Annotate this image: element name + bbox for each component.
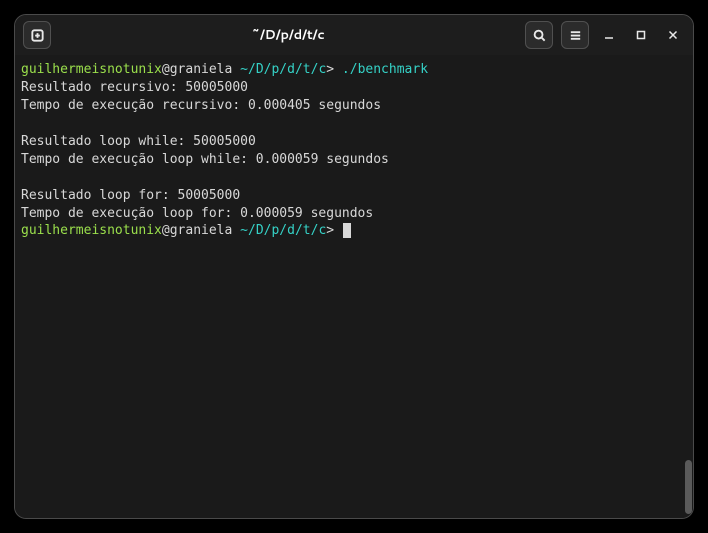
cursor xyxy=(343,223,351,238)
new-tab-button[interactable] xyxy=(23,21,51,49)
prompt-line-2: guilhermeisnotunix@graniela ~/D/p/d/t/c> xyxy=(21,222,677,240)
prompt-line-1: guilhermeisnotunix@graniela ~/D/p/d/t/c>… xyxy=(21,61,677,79)
output-line: Tempo de execução recursivo: 0.000405 se… xyxy=(21,97,677,115)
plus-icon xyxy=(30,28,45,43)
close-icon xyxy=(668,30,678,40)
maximize-icon xyxy=(636,30,646,40)
output-blank xyxy=(21,115,677,133)
prompt-sep: > xyxy=(326,223,342,238)
maximize-button[interactable] xyxy=(629,23,653,47)
prompt-path: ~/D/p/d/t/c xyxy=(240,223,326,238)
minimize-button[interactable] xyxy=(597,23,621,47)
terminal-body: guilhermeisnotunix@graniela ~/D/p/d/t/c>… xyxy=(15,55,693,518)
output-line: Tempo de execução loop for: 0.000059 seg… xyxy=(21,205,677,223)
scrollbar-thumb[interactable] xyxy=(685,460,692,514)
prompt-host: @graniela xyxy=(162,223,240,238)
titlebar: ~/D/p/d/t/c xyxy=(15,15,693,55)
prompt-command: ./benchmark xyxy=(342,62,428,77)
hamburger-icon xyxy=(568,28,583,43)
close-button[interactable] xyxy=(661,23,685,47)
output-line: Resultado loop while: 50005000 xyxy=(21,133,677,151)
output-line: Tempo de execução loop while: 0.000059 s… xyxy=(21,151,677,169)
output-line: Resultado recursivo: 50005000 xyxy=(21,79,677,97)
terminal-output[interactable]: guilhermeisnotunix@graniela ~/D/p/d/t/c>… xyxy=(15,55,683,518)
output-line: Resultado loop for: 50005000 xyxy=(21,187,677,205)
prompt-user: guilhermeisnotunix xyxy=(21,223,162,238)
output-blank xyxy=(21,169,677,187)
scrollbar[interactable] xyxy=(683,55,693,518)
prompt-path: ~/D/p/d/t/c xyxy=(240,62,326,77)
search-icon xyxy=(532,28,547,43)
search-button[interactable] xyxy=(525,21,553,49)
minimize-icon xyxy=(604,30,614,40)
menu-button[interactable] xyxy=(561,21,589,49)
titlebar-right xyxy=(525,21,685,49)
prompt-host: @graniela xyxy=(162,62,240,77)
terminal-window: ~/D/p/d/t/c xyxy=(14,14,694,519)
window-title: ~/D/p/d/t/c xyxy=(59,26,517,44)
prompt-user: guilhermeisnotunix xyxy=(21,62,162,77)
prompt-sep: > xyxy=(326,62,342,77)
